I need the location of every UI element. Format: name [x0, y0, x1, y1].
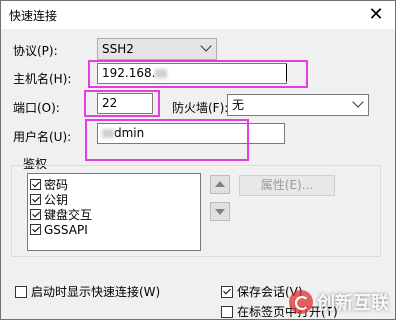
- show-on-startup-label: 启动时显示快速连接(W): [31, 285, 161, 299]
- move-down-button[interactable]: [210, 202, 230, 221]
- close-button[interactable]: ✕: [365, 4, 387, 26]
- auth-method-list[interactable]: 密码 公钥 键盘交互 GSSAPI: [27, 173, 201, 251]
- chevron-down-icon: [200, 40, 212, 52]
- window-title: 快速连接: [9, 9, 58, 23]
- arrow-down-icon: [215, 209, 225, 215]
- highlight-hostname: [88, 60, 308, 88]
- properties-button[interactable]: 属性(E)...: [239, 175, 335, 196]
- watermark: 创新互联: [289, 289, 389, 315]
- username-label: 用户名(U):: [13, 130, 72, 144]
- move-up-button[interactable]: [210, 175, 230, 194]
- highlight-username: [85, 119, 249, 161]
- checkbox[interactable]: [30, 179, 41, 190]
- firewall-label: 防火墙(F):: [172, 101, 229, 115]
- protocol-select[interactable]: SSH2: [97, 38, 217, 60]
- title-bar[interactable]: 快速连接 ✕: [1, 1, 395, 29]
- checkbox[interactable]: [15, 285, 27, 298]
- checkbox[interactable]: [30, 209, 41, 220]
- protocol-value: SSH2: [102, 42, 134, 56]
- firewall-value: 无: [232, 98, 245, 112]
- port-label: 端口(O):: [13, 101, 60, 115]
- protocol-label: 协议(P):: [13, 44, 58, 58]
- checkbox[interactable]: [30, 224, 41, 235]
- checkbox[interactable]: [221, 305, 233, 318]
- arrow-up-icon: [215, 181, 225, 187]
- watermark-logo-icon: [289, 290, 313, 314]
- list-item[interactable]: GSSAPI: [30, 222, 88, 237]
- hostname-label: 主机名(H):: [13, 72, 72, 86]
- auth-method-label: 键盘交互: [44, 208, 93, 222]
- list-item[interactable]: 密码: [30, 177, 68, 192]
- list-item[interactable]: 键盘交互: [30, 207, 92, 222]
- auth-method-label: GSSAPI: [44, 222, 88, 237]
- watermark-text: 创新互联: [317, 293, 389, 314]
- quick-connect-dialog: 快速连接 ✕ 协议(P): SSH2 主机名(H): 192.168. 端口(O…: [0, 0, 396, 320]
- firewall-select[interactable]: 无: [227, 94, 369, 116]
- chevron-down-icon: [352, 96, 364, 108]
- list-item[interactable]: 公钥: [30, 192, 68, 207]
- show-on-startup-option[interactable]: 启动时显示快速连接(W): [15, 283, 160, 300]
- checkbox[interactable]: [221, 285, 233, 298]
- checkbox[interactable]: [30, 194, 41, 205]
- highlight-port: [84, 90, 160, 117]
